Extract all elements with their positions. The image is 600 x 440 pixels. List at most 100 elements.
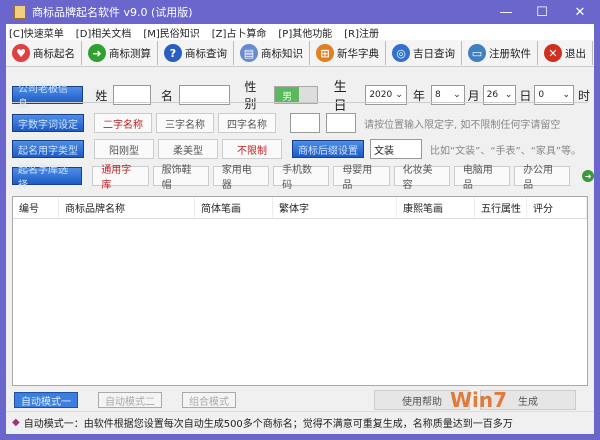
main-client: [C]快速菜单 [D]相关文档 [M]民俗知识 [Z]占卜算命 [P]其他功能 [R]注册… — [6, 24, 594, 434]
toolbar-label: 商标查询 — [185, 47, 227, 60]
menu-item[interactable]: [C]快速菜单 — [9, 25, 64, 40]
mode-auto-1[interactable]: 自动模式一 — [14, 392, 78, 408]
option-feminine[interactable]: 柔美型 — [158, 139, 218, 159]
toolbar-label: 商标知识 — [261, 47, 303, 60]
library-option[interactable]: 化妆美容 — [393, 165, 450, 191]
menu-item[interactable]: [M]民俗知识 — [143, 25, 199, 40]
column-header[interactable]: 康熙笔画 — [397, 197, 475, 218]
option-unlimited[interactable]: 不限制 — [222, 139, 282, 159]
document-icon: ▤ — [240, 44, 258, 62]
next-arrow-icon[interactable]: ➜ — [582, 170, 594, 182]
menu-item[interactable]: [P]其他功能 — [278, 25, 332, 40]
year-unit: 年 — [412, 88, 425, 103]
toolbar-label: 吉日查询 — [413, 47, 455, 60]
menu-item[interactable]: [Z]占卜算命 — [212, 25, 267, 40]
mode-auto-2[interactable]: 自动模式二 — [98, 392, 162, 408]
fixed-char-hint: 请按位置输入限定字, 如不限制任何字请留空 — [364, 119, 561, 131]
hour-value: 0 — [538, 90, 545, 100]
year-value: 2020 — [369, 90, 393, 100]
chevron-down-icon: ⌄ — [395, 90, 403, 100]
column-header[interactable]: 繁体字 — [273, 197, 397, 218]
toolbar-label: 新华字典 — [337, 47, 379, 60]
toolbar-label: 注册软件 — [489, 47, 531, 60]
chevron-down-icon: ⌄ — [504, 90, 513, 100]
toolbar-label: 商标起名 — [33, 47, 75, 60]
option-four-char[interactable]: 四字名称 — [218, 113, 276, 133]
library-option[interactable]: 家用电器 — [212, 165, 270, 191]
hour-unit: 时 — [578, 88, 591, 103]
word-count-row: 字数字词设定 二字名称 三字名称 四字名称 请按位置输入限定字, 如不限制任何字… — [12, 113, 560, 133]
library-option[interactable]: 服饰鞋帽 — [152, 165, 209, 191]
toolbar-label: 退出 — [565, 47, 586, 60]
word-count-button[interactable]: 字数字词设定 — [12, 114, 84, 132]
toolbar-button-7[interactable]: ✕ 退出 — [538, 41, 593, 65]
title-bar: 商标品牌起名软件 v9.0 (试用版) — ☐ ✕ — [0, 0, 600, 24]
library-option[interactable]: 母婴用品 — [333, 165, 390, 191]
month-unit: 月 — [467, 88, 480, 103]
toolbar-button-6[interactable]: ▭ 注册软件 — [462, 41, 538, 65]
library-option[interactable]: 手机数码 — [273, 165, 330, 191]
library-option[interactable]: 通用字库 — [92, 165, 149, 191]
app-icon — [14, 5, 26, 19]
option-two-char[interactable]: 二字名称 — [94, 113, 152, 133]
fixed-char-input-2[interactable] — [326, 113, 356, 133]
library-option[interactable]: 电脑用品 — [453, 165, 511, 191]
toolbar-button-5[interactable]: ◎ 吉日查询 — [386, 41, 462, 65]
gender-label: 性别 — [244, 80, 257, 111]
surname-label: 姓 — [95, 88, 108, 103]
column-header[interactable]: 商标品牌名称 — [59, 197, 195, 218]
toolbar-button-0[interactable]: ♥ 商标起名 — [6, 41, 82, 65]
name-label: 名 — [160, 88, 173, 103]
char-type-button[interactable]: 起名用字类型 — [12, 140, 84, 158]
mode-combined[interactable]: 组合模式 — [182, 392, 236, 408]
watermark-logo: Win7 — [450, 388, 508, 412]
question-icon: ? — [164, 44, 182, 62]
window-title: 商标品牌起名软件 v9.0 (试用版) — [32, 6, 193, 19]
toolbar-button-3[interactable]: ▤ 商标知识 — [234, 41, 310, 65]
info-row: 公司老板信息 姓 名 性别 男 生日 2020 ⌄ 年 8 ⌄ 月 26 ⌄ 日 0 ⌄… — [12, 76, 594, 114]
close-button[interactable]: ✕ — [564, 0, 596, 24]
divider — [12, 102, 588, 103]
book-icon: ◆ — [12, 417, 20, 428]
birth-label: 生日 — [333, 80, 347, 114]
status-text: 自动模式一：由软件根据您设置每次自动生成500多个商标名；觉得不满意可重复生成，… — [23, 419, 513, 430]
menu-item[interactable]: [D]相关文档 — [76, 25, 132, 40]
heart-icon: ♥ — [12, 44, 30, 62]
table-header: 编号 商标品牌名称 简体笔画 繁体字 康熙笔画 五行属性 评分 — [13, 197, 587, 219]
toolbar-button-1[interactable]: ➜ 商标测算 — [82, 41, 158, 65]
windows-flag-icon: ⊞ — [316, 44, 334, 62]
mode-row: 自动模式一 自动模式二 组合模式 — [14, 392, 236, 408]
library-option[interactable]: 办公用品 — [514, 165, 571, 191]
suffix-input[interactable]: 文装 — [370, 139, 422, 159]
arrow-right-icon: ➜ — [88, 44, 106, 62]
suffix-settings-button[interactable]: 商标后缀设置 — [292, 140, 364, 158]
month-value: 8 — [434, 90, 441, 100]
chevron-down-icon: ⌄ — [562, 90, 570, 100]
option-masculine[interactable]: 阳刚型 — [94, 139, 154, 159]
globe-icon: ◎ — [392, 44, 410, 62]
fixed-char-input-1[interactable] — [290, 113, 320, 133]
toolbar-button-4[interactable]: ⊞ 新华字典 — [310, 41, 386, 65]
monitor-icon: ▭ — [468, 44, 486, 62]
toolbar-button-2[interactable]: ? 商标查询 — [158, 41, 234, 65]
option-three-char[interactable]: 三字名称 — [156, 113, 214, 133]
menu-item[interactable]: [R]注册 — [344, 25, 379, 40]
toolbar-label: 商标测算 — [109, 47, 151, 60]
close-x-icon: ✕ — [544, 44, 562, 62]
day-value: 26 — [486, 90, 499, 100]
minimize-button[interactable]: — — [490, 0, 522, 24]
toolbar: ♥ 商标起名 ➜ 商标测算? 商标查询 ▤ 商标知识 ⊞ 新华字典 ◎ 吉日查询 ▭ 注册软件 ✕ 退出 — [6, 40, 594, 67]
results-table[interactable]: 编号 商标品牌名称 简体笔画 繁体字 康熙笔画 五行属性 评分 — [12, 196, 588, 386]
column-header[interactable]: 五行属性 — [475, 197, 527, 218]
library-row: 起名字库选择 通用字库 服饰鞋帽 家用电器 手机数码 母婴用品 化妆美容 电脑用品 办公用品 … — [12, 165, 594, 191]
column-header[interactable]: 简体笔画 — [195, 197, 273, 218]
chevron-down-icon: ⌄ — [453, 90, 461, 100]
status-bar: ◆ 自动模式一：由软件根据您设置每次自动生成500多个商标名；觉得不满意可重复生… — [6, 411, 594, 433]
menu-bar: [C]快速菜单 [D]相关文档 [M]民俗知识 [Z]占卜算命 [P]其他功能 [R]注册 — [6, 24, 594, 40]
column-header[interactable]: 评分 — [527, 197, 587, 218]
suffix-hint: 比如“文装”、“手表”、“家具”等。 — [430, 145, 582, 157]
column-header[interactable]: 编号 — [13, 197, 59, 218]
char-type-row: 起名用字类型 阳刚型 柔美型 不限制 商标后缀设置 文装 比如“文装”、“手表”… — [12, 139, 581, 159]
maximize-button[interactable]: ☐ — [526, 0, 558, 24]
library-button[interactable]: 起名字库选择 — [12, 165, 83, 191]
